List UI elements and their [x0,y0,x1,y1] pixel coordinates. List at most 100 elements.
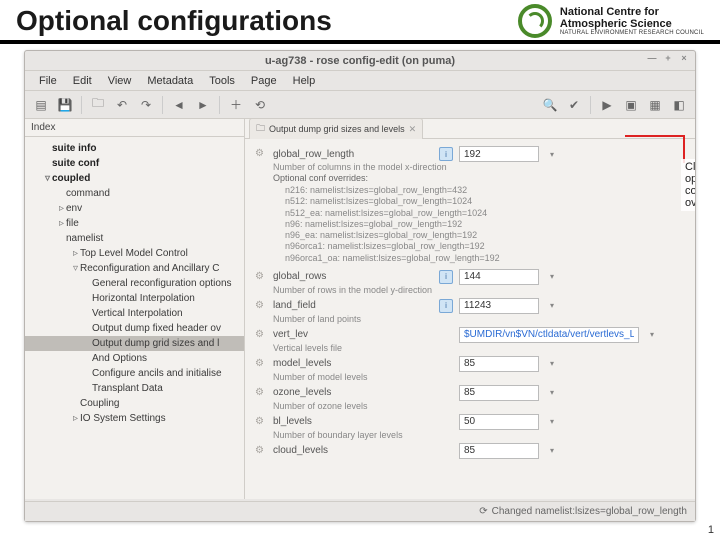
tree-item[interactable]: Vertical Interpolation [25,306,244,321]
tree-item[interactable]: suite info [25,141,244,156]
find-icon[interactable]: 🔍 [540,95,560,115]
menu-metadata[interactable]: Metadata [139,73,201,89]
tree-item[interactable]: ▹IO System Settings [25,411,244,426]
chevron-down-icon[interactable]: ▾ [545,446,559,455]
tree-item[interactable]: Output dump fixed header ov [25,321,244,336]
slide-title: Optional configurations [16,5,332,37]
field-input[interactable] [459,327,639,343]
divider [0,40,720,44]
field-label: global_row_length [273,149,433,160]
override-icon[interactable]: i [439,270,453,284]
menu-edit[interactable]: Edit [65,73,100,89]
redo-icon[interactable]: ↷ [136,95,156,115]
tree-item[interactable]: namelist [25,231,244,246]
open-icon[interactable]: ▤ [31,95,51,115]
gear-icon[interactable]: ⚙ [255,445,267,457]
tree-item[interactable]: ▹Top Level Model Control [25,246,244,261]
tree-item[interactable]: General reconfiguration options [25,276,244,291]
field-input[interactable] [459,298,539,314]
sidebar: Index suite infosuite conf▿coupledcomman… [25,119,245,499]
gear-icon[interactable]: ⚙ [255,416,267,428]
gear-icon[interactable]: ⚙ [255,358,267,370]
field-input[interactable] [459,356,539,372]
minimize-button[interactable]: — [645,53,659,67]
nav-tree[interactable]: suite infosuite conf▿coupledcommand▹env▹… [25,137,244,499]
tree-item[interactable]: ▿coupled [25,171,244,186]
tree-item[interactable]: ▹file [25,216,244,231]
field-land_field: ⚙land_fieldi▾ [255,297,685,315]
field-bl_levels: ⚙ bl_levels ▾ [255,413,685,431]
menu-page[interactable]: Page [243,73,285,89]
revert-icon[interactable]: ⟲ [250,95,270,115]
toolbar: ▤ 💾 🗀 ↶ ↷ ◄ ► ＋ ⟲ 🔍 ✔ ▶ ▣ ▦ ◧ [25,91,695,119]
status-bar: ⟳ Changed namelist:lsizes=global_row_len… [25,501,695,521]
field-ozone_levels: ⚙ozone_levels▾ [255,384,685,402]
back-icon[interactable]: ◄ [169,95,189,115]
browse-icon[interactable]: 🗀 [88,95,108,115]
term-icon[interactable]: ▣ [621,95,641,115]
field-input[interactable] [459,146,539,162]
tree-item[interactable]: ▿Reconfiguration and Ancillary C [25,261,244,276]
field-input[interactable] [459,414,539,430]
tree-item[interactable]: Coupling [25,396,244,411]
gear-icon[interactable]: ⚙ [255,387,267,399]
save-icon[interactable]: 💾 [55,95,75,115]
field-label: bl_levels [273,416,433,427]
field-global_rows: ⚙global_rowsi▾ [255,268,685,286]
field-desc: Number of model levels [255,372,685,382]
view-icon[interactable]: ▦ [645,95,665,115]
field-input[interactable] [459,269,539,285]
gear-icon[interactable]: ⚙ [255,271,267,283]
tree-item[interactable]: Output dump grid sizes and l [25,336,244,351]
sidebar-header: Index [25,119,244,137]
tree-item[interactable]: And Options [25,351,244,366]
chevron-down-icon[interactable]: ▾ [545,388,559,397]
menu-file[interactable]: File [31,73,65,89]
window-titlebar: u-ag738 - rose config-edit (on puma) — +… [25,51,695,71]
run-icon[interactable]: ▶ [597,95,617,115]
maximize-button[interactable]: + [661,53,675,67]
menubar: File Edit View Metadata Tools Page Help [25,71,695,91]
gear-icon[interactable]: ⚙ [255,300,267,312]
chevron-down-icon[interactable]: ▾ [645,330,659,339]
tree-item[interactable]: Transplant Data [25,381,244,396]
close-button[interactable]: × [677,53,691,67]
gear-icon[interactable]: ⚙ [255,148,267,160]
tab-output-dump-grid[interactable]: 🗀 Output dump grid sizes and levels ✕ [249,119,423,139]
chevron-down-icon[interactable]: ▾ [545,272,559,281]
output-icon[interactable]: ◧ [669,95,689,115]
field-label: model_levels [273,358,433,369]
field-input[interactable] [459,385,539,401]
gear-icon[interactable]: ⚙ [255,329,267,341]
chevron-down-icon[interactable]: ▾ [545,417,559,426]
rose-config-edit-window: u-ag738 - rose config-edit (on puma) — +… [24,50,696,522]
check-icon[interactable]: ✔ [564,95,584,115]
chevron-down-icon[interactable]: ▾ [545,301,559,310]
add-icon[interactable]: ＋ [226,95,246,115]
menu-help[interactable]: Help [285,73,324,89]
tree-item[interactable]: command [25,186,244,201]
field-model_levels: ⚙ model_levels ▾ [255,355,685,373]
field-desc: Number of boundary layer levels [255,430,685,440]
window-title: u-ag738 - rose config-edit (on puma) [265,55,455,67]
tree-item[interactable]: Horizontal Interpolation [25,291,244,306]
field-cloud_levels: ⚙cloud_levels▾ [255,442,685,460]
override-icon[interactable]: i [439,299,453,313]
ncas-logo: National Centre forAtmospheric Science N… [518,4,704,38]
menu-view[interactable]: View [100,73,140,89]
undo-icon[interactable]: ↶ [112,95,132,115]
forward-icon[interactable]: ► [193,95,213,115]
tree-item[interactable]: suite conf [25,156,244,171]
field-vert_lev: ⚙vert_lev▾ [255,326,685,344]
field-desc: Vertical levels file [255,343,685,353]
override-icon[interactable]: i [439,147,453,161]
chevron-down-icon[interactable]: ▾ [545,150,559,159]
tree-item[interactable]: ▹env [25,201,244,216]
close-icon[interactable]: ✕ [409,124,417,135]
tree-item[interactable]: Configure ancils and initialise [25,366,244,381]
menu-tools[interactable]: Tools [201,73,243,89]
override-list: n216: namelist:lsizes=global_row_length=… [255,185,685,264]
chevron-down-icon[interactable]: ▾ [545,359,559,368]
field-input[interactable] [459,443,539,459]
tab-label: Output dump grid sizes and levels [269,124,405,134]
